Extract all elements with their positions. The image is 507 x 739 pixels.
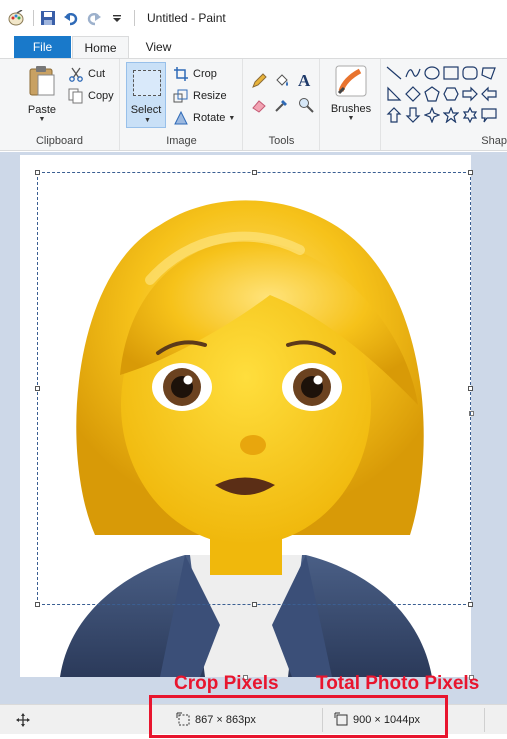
save-icon[interactable] bbox=[40, 10, 56, 26]
crop-label: Crop bbox=[193, 68, 217, 80]
selection-handle-bottom-left[interactable] bbox=[35, 602, 40, 607]
window-title: Untitled - Paint bbox=[147, 11, 226, 25]
brushes-group: Brushes ▼ bbox=[321, 59, 381, 150]
ribbon: Paste ▼ Cut Copy Clipboard Image Select … bbox=[0, 58, 507, 151]
four-point-star-shape-icon[interactable] bbox=[424, 107, 440, 123]
crop-icon bbox=[173, 66, 189, 82]
scissors-icon bbox=[68, 66, 84, 82]
tab-file[interactable]: File bbox=[14, 36, 71, 58]
fill-bucket-icon[interactable] bbox=[274, 73, 290, 92]
paint-app-icon[interactable] bbox=[8, 9, 24, 26]
clipboard-group-label: Clipboard bbox=[35, 135, 84, 147]
down-arrow-shape-icon[interactable] bbox=[405, 107, 421, 123]
selection-handle-top[interactable] bbox=[252, 170, 257, 175]
right-arrow-shape-icon[interactable] bbox=[462, 86, 478, 102]
select-label: Select bbox=[130, 104, 162, 116]
selection-handle-left[interactable] bbox=[35, 386, 40, 391]
cursor-position-icon bbox=[16, 705, 30, 735]
six-point-star-shape-icon[interactable] bbox=[462, 107, 478, 123]
text-tool-icon[interactable]: A bbox=[298, 71, 310, 91]
diamond-shape-icon[interactable] bbox=[405, 86, 421, 102]
paste-label: Paste bbox=[27, 104, 57, 116]
copy-icon bbox=[68, 88, 84, 104]
brushes-dropdown-icon[interactable]: ▼ bbox=[348, 115, 355, 122]
highlight-box bbox=[149, 695, 448, 738]
select-button[interactable]: Select ▼ bbox=[126, 62, 166, 128]
paste-button[interactable]: Paste ▼ bbox=[24, 65, 60, 123]
selection-handle-top-left[interactable] bbox=[35, 170, 40, 175]
resize-label: Resize bbox=[193, 90, 227, 102]
paste-icon bbox=[28, 65, 56, 100]
up-arrow-shape-icon[interactable] bbox=[386, 107, 402, 123]
select-rectangle-icon bbox=[133, 70, 161, 96]
selection-handle-bottom[interactable] bbox=[252, 602, 257, 607]
tab-view[interactable]: View bbox=[130, 36, 187, 58]
brushes-button[interactable]: Brushes ▼ bbox=[330, 65, 372, 122]
rotate-button[interactable]: Rotate ▼ bbox=[173, 110, 235, 126]
rotate-label: Rotate bbox=[193, 112, 226, 124]
curve-shape-icon[interactable] bbox=[405, 65, 421, 81]
copy-label: Copy bbox=[88, 90, 114, 102]
brushes-label: Brushes bbox=[330, 103, 372, 115]
selection-handle-top-right[interactable] bbox=[468, 170, 473, 175]
rotate-icon bbox=[173, 110, 189, 126]
qat-separator bbox=[33, 10, 34, 26]
eraser-icon[interactable] bbox=[251, 97, 267, 116]
resize-button[interactable]: Resize bbox=[173, 88, 227, 104]
paste-dropdown-icon[interactable]: ▼ bbox=[39, 116, 46, 123]
tab-home[interactable]: Home bbox=[72, 36, 129, 59]
ribbon-tab-strip: File Home View bbox=[0, 36, 507, 59]
pentagon-shape-icon[interactable] bbox=[424, 86, 440, 102]
selection-handle-bottom-right[interactable] bbox=[468, 602, 473, 607]
title-bar: Untitled - Paint bbox=[0, 0, 507, 36]
title-separator bbox=[134, 10, 135, 26]
rectangle-shape-icon[interactable] bbox=[443, 65, 459, 81]
undo-icon[interactable] bbox=[63, 10, 79, 26]
image-group-label: Image bbox=[166, 135, 197, 147]
select-dropdown-icon[interactable]: ▼ bbox=[144, 117, 151, 124]
crop-pixels-annotation: Crop Pixels bbox=[174, 673, 279, 694]
triangle-shape-icon[interactable] bbox=[386, 86, 402, 102]
left-arrow-shape-icon[interactable] bbox=[481, 86, 497, 102]
polygon-shape-icon[interactable] bbox=[481, 65, 497, 81]
callout-shape-icon[interactable] bbox=[481, 107, 497, 123]
hexagon-shape-icon[interactable] bbox=[443, 86, 459, 102]
color-picker-icon[interactable] bbox=[274, 97, 290, 116]
pencil-icon[interactable] bbox=[251, 73, 267, 92]
tools-group-label: Tools bbox=[268, 135, 295, 147]
shapes-group-label: Shap bbox=[481, 135, 507, 147]
shapes-gallery bbox=[386, 65, 500, 128]
magnifier-icon[interactable] bbox=[298, 97, 314, 116]
status-separator bbox=[484, 708, 485, 732]
customize-qat-icon[interactable] bbox=[109, 10, 125, 26]
line-shape-icon[interactable] bbox=[386, 65, 402, 81]
crop-button[interactable]: Crop bbox=[173, 66, 217, 82]
selection-handle-right[interactable] bbox=[468, 386, 473, 391]
redo-icon[interactable] bbox=[86, 10, 102, 26]
cut-button[interactable]: Cut bbox=[68, 66, 105, 82]
brush-icon bbox=[335, 65, 367, 100]
copy-button[interactable]: Copy bbox=[68, 88, 114, 104]
rounded-rectangle-shape-icon[interactable] bbox=[462, 65, 478, 81]
oval-shape-icon[interactable] bbox=[424, 65, 440, 81]
cut-label: Cut bbox=[88, 68, 106, 80]
clipboard-group: Paste ▼ Cut Copy Clipboard bbox=[0, 59, 120, 150]
five-point-star-shape-icon[interactable] bbox=[443, 107, 459, 123]
selection-rectangle[interactable] bbox=[37, 172, 471, 605]
rotate-dropdown-icon[interactable]: ▼ bbox=[228, 115, 235, 122]
total-pixels-annotation: Total Photo Pixels bbox=[316, 673, 480, 694]
resize-icon bbox=[173, 88, 189, 104]
